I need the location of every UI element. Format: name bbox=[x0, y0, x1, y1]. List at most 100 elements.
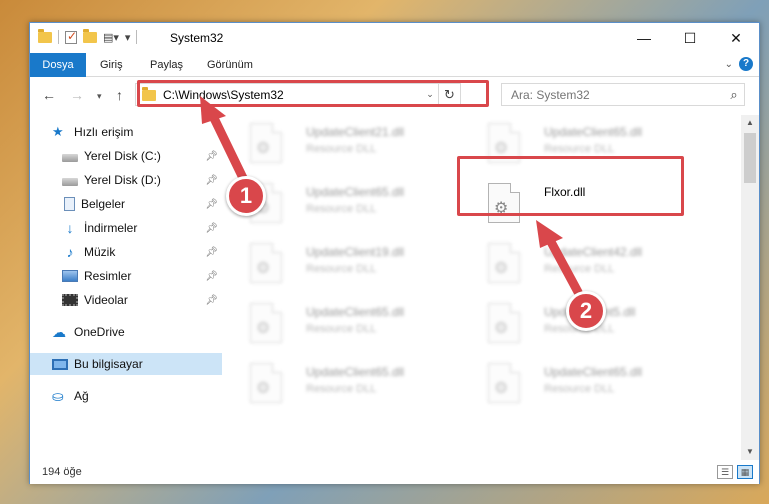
gear-icon: ⚙ bbox=[494, 140, 509, 157]
document-icon bbox=[64, 197, 75, 211]
sidebar-item-onedrive[interactable]: ☁ OneDrive bbox=[30, 321, 222, 343]
tab-home[interactable]: Giriş bbox=[100, 53, 123, 77]
title-bar: ▤▾ ▾ System32 — ☐ ✕ bbox=[30, 23, 759, 53]
dll-file-icon: ⚙ bbox=[250, 123, 282, 163]
file-type: Resource DLL bbox=[306, 143, 377, 155]
file-item[interactable]: ⚙ UpdateClient42.dll Resource DLL bbox=[474, 239, 706, 289]
gear-icon: ⚙ bbox=[494, 320, 509, 337]
back-button[interactable]: ← bbox=[42, 87, 56, 103]
up-button[interactable]: ↑ bbox=[116, 87, 123, 103]
toolbar-dropdown-icon[interactable]: ▾ bbox=[125, 31, 131, 44]
file-type: Resource DLL bbox=[306, 263, 377, 275]
file-name: UpdateClient65.dll bbox=[544, 365, 643, 379]
toolbar-divider bbox=[58, 30, 59, 44]
sidebar-item-documents[interactable]: Belgeler 📌︎ bbox=[30, 193, 222, 215]
expand-ribbon-icon[interactable]: ⌄ bbox=[725, 59, 733, 70]
dll-file-icon: ⚙ bbox=[488, 363, 520, 403]
pin-icon[interactable]: 📌︎ bbox=[205, 295, 218, 306]
view-switcher: ☰ ▦ bbox=[717, 465, 753, 479]
item-count: 194 öğe bbox=[42, 466, 82, 478]
pin-icon[interactable]: 📌︎ bbox=[205, 223, 218, 234]
close-button[interactable]: ✕ bbox=[713, 23, 759, 53]
navigation-pane: ★ Hızlı erişim Yerel Disk (C:) 📌︎ Yerel … bbox=[30, 115, 226, 460]
sidebar-item-this-pc[interactable]: Bu bilgisayar bbox=[30, 353, 222, 375]
pin-icon[interactable]: 📌︎ bbox=[205, 199, 218, 210]
file-item[interactable]: ⚙ UpdateClient65.dll Resource DLL bbox=[236, 359, 468, 409]
gear-icon: ⚙ bbox=[494, 380, 509, 397]
status-bar: 194 öğe ☰ ▦ bbox=[30, 460, 759, 484]
dll-file-icon: ⚙ bbox=[488, 243, 520, 283]
computer-icon bbox=[52, 358, 68, 370]
dll-file-icon: ⚙ bbox=[250, 243, 282, 283]
details-view-icon[interactable]: ☰ bbox=[717, 465, 733, 479]
sidebar-item-local-disk-d[interactable]: Yerel Disk (D:) 📌︎ bbox=[30, 169, 222, 191]
folder-icon[interactable] bbox=[38, 28, 52, 43]
pin-icon[interactable]: 📌︎ bbox=[205, 271, 218, 282]
tab-view[interactable]: Görünüm bbox=[207, 53, 253, 77]
search-icon[interactable]: ⌕ bbox=[724, 87, 744, 103]
sidebar-item-music[interactable]: ♪ Müzik 📌︎ bbox=[30, 241, 222, 263]
file-name: UpdateClient65.dll bbox=[544, 125, 643, 139]
recent-locations-button[interactable]: ▾ bbox=[97, 91, 102, 102]
sidebar-item-label: Belgeler bbox=[81, 197, 126, 211]
pin-icon[interactable]: 📌︎ bbox=[205, 175, 218, 186]
forward-button[interactable]: → bbox=[70, 87, 84, 103]
sidebar-item-label: OneDrive bbox=[74, 325, 125, 339]
file-name: UpdateClient21.dll bbox=[306, 125, 405, 139]
sidebar-item-network[interactable]: ⛀ Ağ bbox=[30, 385, 222, 407]
gear-icon: ⚙ bbox=[256, 380, 271, 397]
file-item[interactable]: ⚙ UpdateClient65.dll Resource DLL bbox=[474, 359, 706, 409]
file-item[interactable]: ⚙ UpdateClient21.dll Resource DLL bbox=[236, 119, 468, 169]
videos-icon bbox=[62, 294, 78, 306]
sidebar-item-label: Resimler bbox=[84, 269, 132, 283]
sidebar-item-videos[interactable]: Videolar 📌︎ bbox=[30, 289, 222, 311]
scroll-thumb[interactable] bbox=[744, 133, 756, 183]
scroll-up-icon[interactable]: ▲ bbox=[741, 115, 759, 131]
gear-icon: ⚙ bbox=[256, 320, 271, 337]
new-folder-icon[interactable] bbox=[83, 28, 97, 43]
download-icon: ↓ bbox=[66, 220, 74, 236]
gear-icon: ⚙ bbox=[494, 260, 509, 277]
maximize-button[interactable]: ☐ bbox=[667, 23, 713, 53]
file-item[interactable]: ⚙ UpdateClient65.dll Resource DLL bbox=[236, 179, 468, 229]
window-controls: — ☐ ✕ bbox=[621, 23, 759, 53]
tab-share[interactable]: Paylaş bbox=[150, 53, 183, 77]
tiles-view-icon[interactable]: ▦ bbox=[737, 465, 753, 479]
file-name: UpdateClient65.dll bbox=[306, 365, 405, 379]
drive-icon bbox=[62, 153, 78, 162]
pin-icon[interactable]: 📌︎ bbox=[205, 247, 218, 258]
file-type: Resource DLL bbox=[306, 203, 377, 215]
address-highlight-box bbox=[137, 80, 489, 107]
ribbon-tabs: Dosya Giriş Paylaş Görünüm ⌄ ? bbox=[30, 53, 759, 77]
callout-badge-1: 1 bbox=[226, 176, 266, 216]
sidebar-item-label: Bu bilgisayar bbox=[74, 357, 143, 371]
sidebar-item-label: Yerel Disk (D:) bbox=[84, 173, 161, 187]
sidebar-item-downloads[interactable]: ↓ İndirmeler 📌︎ bbox=[30, 217, 222, 239]
customize-toolbar-icon[interactable]: ▤▾ bbox=[103, 31, 119, 44]
sidebar-item-label: İndirmeler bbox=[84, 221, 138, 235]
help-icon[interactable]: ? bbox=[739, 57, 753, 71]
sidebar-item-label: Yerel Disk (C:) bbox=[84, 149, 161, 163]
gear-icon: ⚙ bbox=[256, 260, 271, 277]
properties-icon[interactable] bbox=[65, 29, 77, 44]
file-type: Resource DLL bbox=[544, 383, 615, 395]
file-item[interactable]: ⚙ UpdateClient19.dll Resource DLL bbox=[236, 239, 468, 289]
minimize-button[interactable]: — bbox=[621, 23, 667, 53]
tab-file[interactable]: Dosya bbox=[30, 53, 86, 77]
scroll-down-icon[interactable]: ▼ bbox=[741, 444, 759, 460]
network-icon: ⛀ bbox=[52, 388, 64, 404]
sidebar-item-label: Hızlı erişim bbox=[74, 125, 134, 139]
window-title: System32 bbox=[170, 31, 224, 45]
pictures-icon bbox=[62, 270, 78, 282]
vertical-scrollbar[interactable]: ▲ ▼ bbox=[741, 115, 759, 460]
search-input[interactable] bbox=[511, 87, 724, 102]
sidebar-item-pictures[interactable]: Resimler 📌︎ bbox=[30, 265, 222, 287]
file-name: UpdateClient65.dll bbox=[306, 305, 405, 319]
sidebar-item-quick-access[interactable]: ★ Hızlı erişim bbox=[30, 121, 222, 143]
file-name: UpdateClient65.dll bbox=[306, 185, 405, 199]
sidebar-item-local-disk-c[interactable]: Yerel Disk (C:) 📌︎ bbox=[30, 145, 222, 167]
pin-icon[interactable]: 📌︎ bbox=[205, 151, 218, 162]
file-item[interactable]: ⚙ UpdateClient65.dll Resource DLL bbox=[236, 299, 468, 349]
dll-file-icon: ⚙ bbox=[250, 303, 282, 343]
search-box[interactable]: ⌕ bbox=[501, 83, 745, 106]
